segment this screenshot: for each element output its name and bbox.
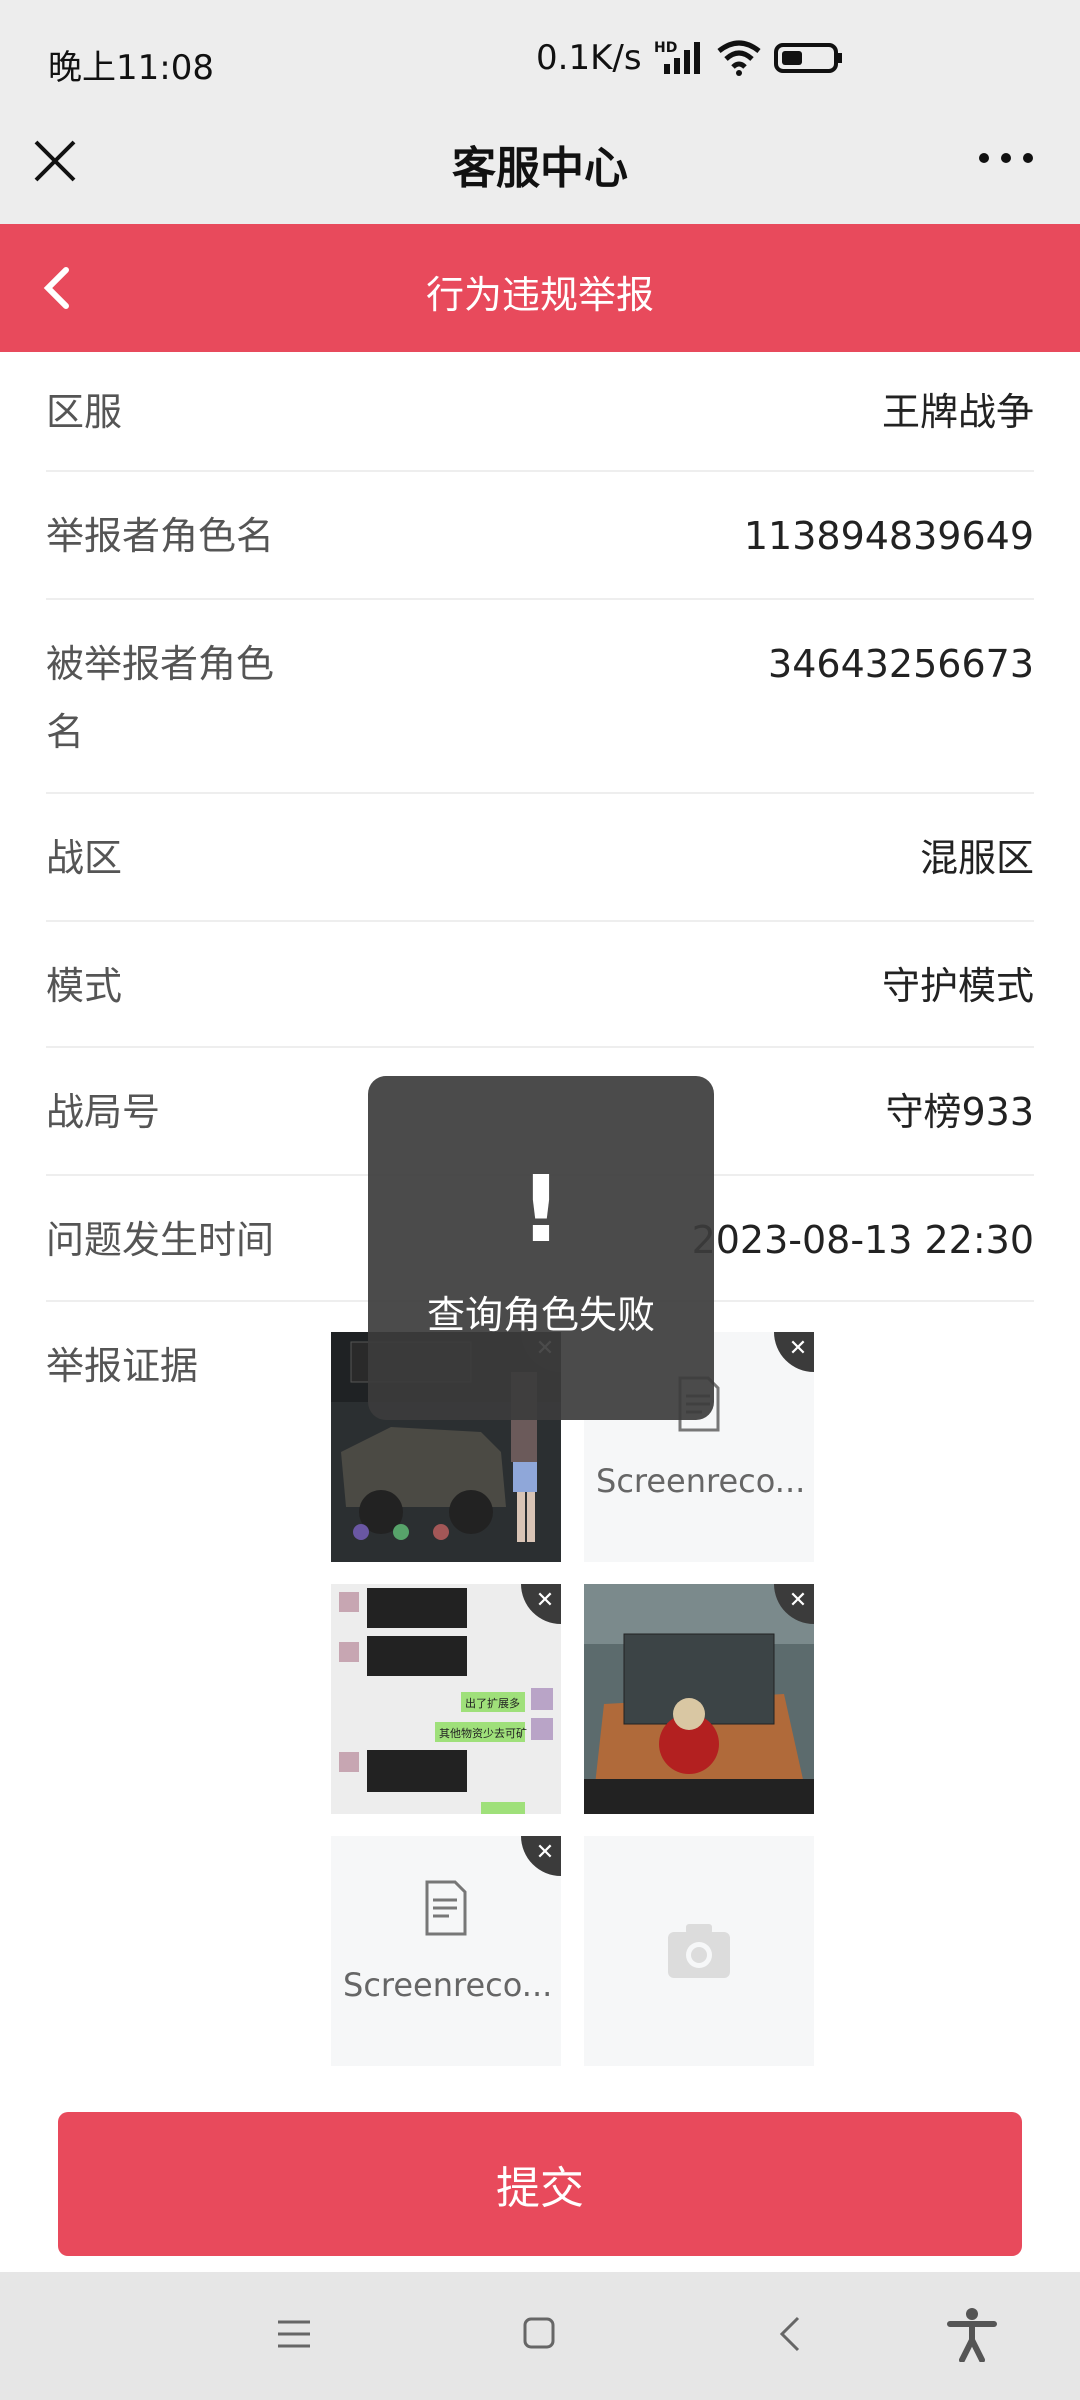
page-title: 行为违规举报 [425, 273, 654, 317]
row-mode[interactable]: 模式 守护模式 [46, 922, 1034, 1048]
status-time: 晚上11:08 [48, 48, 214, 88]
row-label: 区服 [46, 390, 123, 434]
row-label: 战区 [46, 836, 123, 880]
delete-icon[interactable]: ✕ [521, 1836, 561, 1876]
status-bar: 晚上11:08 0.1K/s HD [0, 0, 1080, 128]
evidence-label: 举报证据 [46, 1344, 199, 1388]
row-label: 被举报者角色名 [46, 642, 275, 754]
error-toast: ! 查询角色失败 [368, 1076, 714, 1420]
svg-text:HD: HD [654, 40, 677, 56]
network-speed: 0.1K/s [536, 38, 642, 78]
chat-screenshot-image [339, 1588, 553, 1814]
signal-icon: HD [654, 40, 700, 74]
row-value: 34643256673 [768, 642, 1034, 686]
app-title: 客服中心 [452, 143, 628, 194]
menu-icon[interactable] [276, 2318, 312, 2350]
submit-button[interactable]: 提交 [58, 2112, 1022, 2256]
home-icon[interactable] [522, 2316, 556, 2350]
row-value: 113894839649 [743, 514, 1034, 558]
row-label: 问题发生时间 [46, 1218, 275, 1262]
evidence-image[interactable]: 出了扩展多 其他物资少去可矿 ✕ [331, 1584, 561, 1814]
page-header: 行为违规举报 [0, 224, 1080, 352]
game-scene-image [584, 1584, 814, 1814]
back-nav-icon[interactable] [776, 2314, 804, 2354]
evidence-image[interactable]: ✕ [584, 1584, 814, 1814]
row-reporter[interactable]: 举报者角色名 113894839649 [46, 472, 1034, 600]
warning-icon: ! [520, 1156, 562, 1263]
row-value: 混服区 [919, 836, 1034, 880]
row-value: 守榜933 [885, 1090, 1034, 1134]
battery-icon [773, 43, 842, 73]
row-label: 举报者角色名 [46, 514, 275, 558]
row-reported[interactable]: 被举报者角色名 34643256673 [46, 600, 1034, 794]
row-value: 2023-08-13 22:30 [691, 1218, 1034, 1262]
status-indicators: 0.1K/s HD [536, 38, 844, 78]
accessibility-icon[interactable] [944, 2306, 1000, 2362]
row-value: 王牌战争 [881, 390, 1034, 434]
row-label: 战局号 [46, 1090, 161, 1134]
evidence-file[interactable]: Screenreco... ✕ [331, 1836, 561, 2066]
document-icon [425, 1880, 467, 1936]
add-photo-button[interactable] [584, 1836, 814, 2066]
row-zone[interactable]: 战区 混服区 [46, 794, 1034, 922]
more-icon[interactable] [976, 148, 1036, 168]
app-bar: 客服中心 [0, 128, 1080, 224]
system-nav-bar [0, 2272, 1080, 2400]
row-label: 模式 [46, 964, 123, 1008]
file-name: Screenreco... [343, 1966, 549, 2004]
toast-message: 查询角色失败 [426, 1293, 655, 1337]
file-name: Screenreco... [596, 1462, 802, 1500]
row-value: 守护模式 [881, 964, 1034, 1008]
chat-bubble-text: 其他物资少去可矿 [439, 1727, 527, 1740]
evidence-section: 举报证据 ✕ Screenreco... ✕ [46, 1304, 1034, 2084]
chat-bubble-text: 出了扩展多 [465, 1697, 520, 1710]
delete-icon[interactable]: ✕ [774, 1332, 814, 1372]
row-server[interactable]: 区服 王牌战争 [46, 352, 1034, 472]
wifi-icon [716, 40, 761, 76]
camera-icon [668, 1924, 730, 1978]
